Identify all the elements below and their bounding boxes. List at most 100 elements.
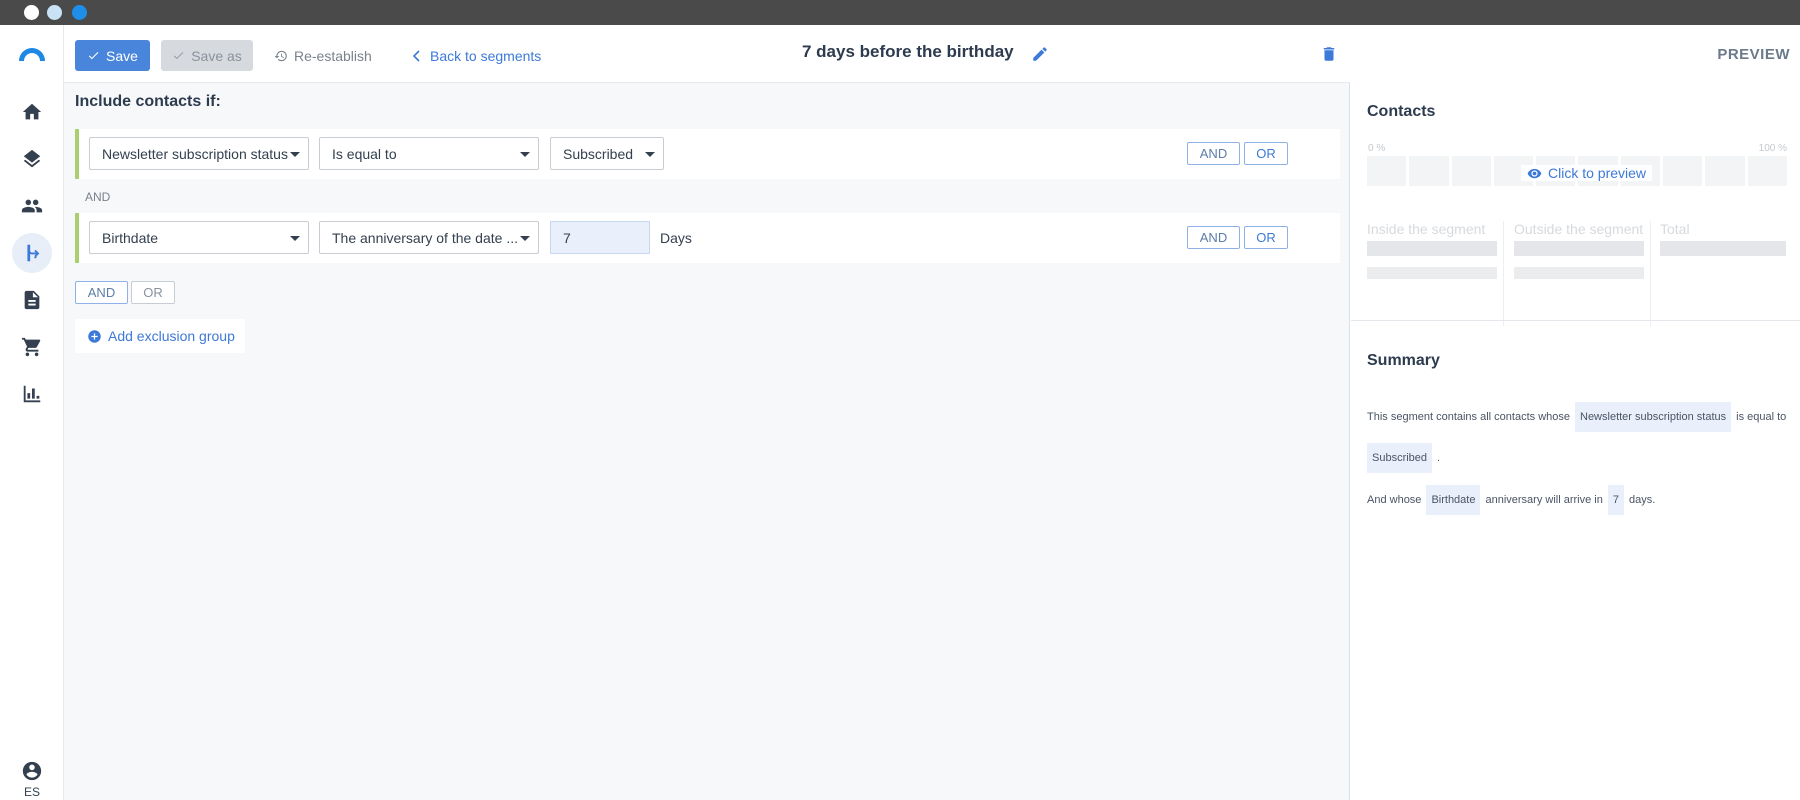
check-icon (174, 52, 184, 60)
outside-segment-label: Outside the segment (1514, 221, 1644, 237)
summary-field-chip: Newsletter subscription status (1575, 402, 1732, 432)
and-button[interactable]: AND (1187, 142, 1240, 165)
outside-segment-stat: Outside the segment (1514, 221, 1644, 279)
caret-down-icon (520, 152, 530, 157)
sidebar-item-cart[interactable] (12, 327, 52, 367)
field-select-value: Newsletter subscription status (102, 145, 288, 162)
operator-select-value: Is equal to (332, 145, 397, 162)
home-icon (22, 103, 42, 120)
caret-down-icon (520, 236, 530, 241)
caret-down-icon (645, 152, 655, 157)
operator-select[interactable]: The anniversary of the date ... (319, 221, 539, 254)
field-select[interactable]: Birthdate (89, 221, 309, 254)
window-close-dot[interactable] (24, 5, 39, 20)
chevron-left-icon (412, 49, 420, 62)
summary-value-chip: Subscribed (1367, 443, 1433, 473)
window-maximize-dot[interactable] (72, 5, 87, 20)
value-select[interactable]: Subscribed (550, 137, 664, 170)
bar-chart-icon (23, 385, 41, 403)
condition-row: Newsletter subscription status Is equal … (75, 129, 1340, 179)
sidebar-item-documents[interactable] (12, 280, 52, 320)
inside-segment-label: Inside the segment (1367, 221, 1486, 237)
summary-field-chip: Birthdate (1426, 485, 1481, 515)
segment-icon (27, 244, 40, 262)
user-menu[interactable]: ES (18, 760, 46, 799)
operator-select[interactable]: Is equal to (319, 137, 539, 170)
save-button[interactable]: Save (75, 40, 150, 71)
page-title: 7 days before the birthday (802, 42, 1014, 61)
save-as-button-label: Save as (191, 47, 242, 64)
save-button-label: Save (106, 47, 138, 64)
plus-circle-icon (88, 329, 101, 343)
divider (1650, 221, 1651, 326)
reestablish-button[interactable]: Re-establish (274, 40, 372, 71)
add-exclusion-group-button[interactable]: Add exclusion group (75, 319, 245, 353)
history-icon (274, 50, 287, 61)
sidebar-item-contacts[interactable] (12, 186, 52, 226)
summary-text: is equal to (1736, 411, 1787, 423)
divider (1351, 320, 1800, 321)
and-button[interactable]: AND (1187, 226, 1240, 249)
group-and-button[interactable]: AND (75, 281, 128, 304)
divider (1503, 221, 1504, 326)
cart-icon (21, 337, 41, 357)
preview-title: PREVIEW (1717, 46, 1790, 63)
language-label[interactable]: ES (18, 785, 46, 799)
caret-down-icon (290, 236, 300, 241)
percent-min-label: 0 % (1368, 143, 1386, 154)
preview-panel: PREVIEW Contacts 0 % 100 % Click to prev… (1351, 25, 1800, 800)
logo-icon (19, 48, 45, 61)
days-input[interactable]: 7 (550, 221, 650, 254)
skeleton-placeholder (1367, 241, 1497, 256)
summary-line: Subscribed . (1367, 443, 1440, 473)
include-contacts-heading: Include contacts if: (75, 93, 221, 110)
or-button[interactable]: OR (1244, 226, 1288, 249)
click-to-preview-label: Click to preview (1548, 165, 1647, 181)
sidebar-item-layers[interactable] (12, 139, 52, 179)
save-as-button[interactable]: Save as (161, 40, 253, 71)
contacts-heading: Contacts (1367, 103, 1436, 120)
window-titlebar (0, 0, 1800, 25)
reestablish-button-label: Re-establish (294, 47, 372, 64)
total-label: Total (1660, 221, 1690, 237)
value-select-value: Subscribed (563, 145, 634, 162)
summary-line: This segment contains all contacts whose… (1367, 402, 1786, 432)
and-separator: AND (85, 190, 111, 204)
summary-line: And whose Birthdate anniversary will arr… (1367, 485, 1655, 515)
window-minimize-dot[interactable] (47, 5, 62, 20)
click-to-preview-button[interactable]: Click to preview (1521, 165, 1653, 181)
caret-down-icon (290, 152, 300, 157)
people-icon (21, 199, 43, 213)
back-to-segments-link[interactable]: Back to segments (412, 40, 541, 71)
summary-text: days. (1628, 494, 1656, 506)
sidebar-item-home[interactable] (12, 92, 52, 132)
toolbar: Save Save as Re-establish Back to segmen… (64, 25, 1350, 83)
add-exclusion-group-label: Add exclusion group (108, 328, 235, 344)
field-select[interactable]: Newsletter subscription status (89, 137, 309, 170)
skeleton-placeholder (1660, 241, 1786, 256)
skeleton-placeholder (1367, 267, 1497, 279)
segment-builder: Save Save as Re-establish Back to segmen… (64, 25, 1350, 800)
check-icon (88, 52, 99, 60)
group-or-button[interactable]: OR (131, 281, 175, 304)
sidebar: ES (0, 25, 64, 800)
or-button[interactable]: OR (1244, 142, 1288, 165)
pencil-icon[interactable] (1031, 45, 1049, 63)
skeleton-placeholder (1514, 241, 1644, 256)
days-unit-label: Days (660, 230, 692, 246)
sidebar-item-segments[interactable] (12, 233, 52, 273)
trash-icon[interactable] (1320, 44, 1338, 64)
account-icon (22, 761, 42, 781)
condition-row: Birthdate The anniversary of the date ..… (75, 213, 1340, 263)
inside-segment-stat: Inside the segment (1367, 221, 1497, 279)
summary-heading: Summary (1367, 352, 1440, 369)
sidebar-item-reports[interactable] (12, 374, 52, 414)
percent-max-label: 100 % (1758, 143, 1787, 154)
summary-value-chip: 7 (1607, 485, 1624, 515)
back-to-segments-label: Back to segments (430, 47, 542, 64)
field-select-value: Birthdate (102, 229, 159, 246)
summary-text: . (1437, 452, 1441, 464)
eye-icon (1527, 168, 1542, 178)
summary-text: anniversary will arrive in (1485, 494, 1603, 506)
skeleton-placeholder (1514, 267, 1644, 279)
